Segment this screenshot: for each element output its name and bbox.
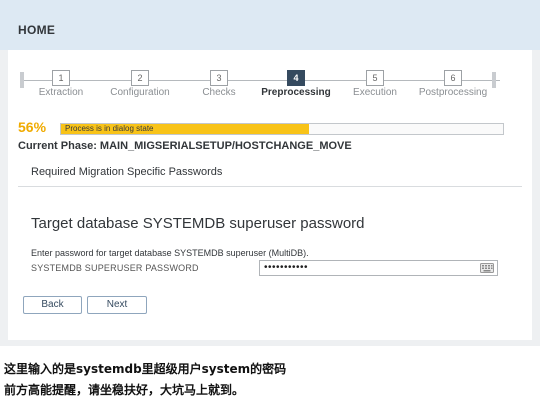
- progress-status-text: Process is in dialog state: [65, 124, 154, 133]
- step-number: 3: [210, 70, 228, 86]
- roadmap-stepper: 1 Extraction 2 Configuration 3 Checks 4 …: [8, 68, 532, 108]
- step-label: Postprocessing: [418, 87, 488, 98]
- password-value: •••••••••••: [264, 262, 309, 273]
- next-button[interactable]: Next: [87, 296, 147, 314]
- keyboard-icon[interactable]: [480, 263, 494, 273]
- divider: [18, 186, 522, 187]
- step-label: Execution: [353, 87, 397, 98]
- step-extraction[interactable]: 1 Extraction: [16, 68, 106, 98]
- shell-header: HOME: [0, 0, 540, 50]
- form-title: Target database SYSTEMDB superuser passw…: [31, 215, 365, 232]
- password-input[interactable]: •••••••••••: [259, 260, 498, 276]
- step-configuration[interactable]: 2 Configuration: [95, 68, 185, 98]
- back-button[interactable]: Back: [23, 296, 82, 314]
- section-title: Required Migration Specific Passwords: [31, 166, 223, 178]
- step-number: 5: [366, 70, 384, 86]
- step-number: 1: [52, 70, 70, 86]
- step-postprocessing[interactable]: 6 Postprocessing: [408, 68, 498, 98]
- step-label: Preprocessing: [261, 87, 331, 98]
- step-number: 4: [287, 70, 305, 86]
- form-hint: Enter password for target database SYSTE…: [31, 248, 309, 258]
- step-preprocessing[interactable]: 4 Preprocessing: [251, 68, 341, 98]
- progress-percent: 56%: [18, 119, 47, 135]
- step-label: Configuration: [110, 87, 170, 98]
- caption-line-2: 前方高能提醒，请坐稳扶好，大坑马上就到。: [4, 383, 245, 397]
- page-title: HOME: [18, 23, 56, 37]
- step-number: 6: [444, 70, 462, 86]
- current-phase: Current Phase: MAIN_MIGSERIALSETUP/HOSTC…: [18, 140, 352, 152]
- password-field-label: SYSTEMDB SUPERUSER PASSWORD: [31, 263, 199, 273]
- caption-line-1: 这里输入的是systemdb里超级用户system的密码: [4, 362, 287, 376]
- progress-track: Process is in dialog state: [60, 123, 504, 135]
- app-window: HOME 1 Extraction 2 Configuration 3 Chec…: [0, 0, 540, 346]
- step-execution[interactable]: 5 Execution: [330, 68, 420, 98]
- progress-indicator: 56% Process is in dialog state: [18, 119, 508, 137]
- step-label: Extraction: [38, 87, 84, 98]
- content-panel: 1 Extraction 2 Configuration 3 Checks 4 …: [8, 50, 532, 340]
- step-number: 2: [131, 70, 149, 86]
